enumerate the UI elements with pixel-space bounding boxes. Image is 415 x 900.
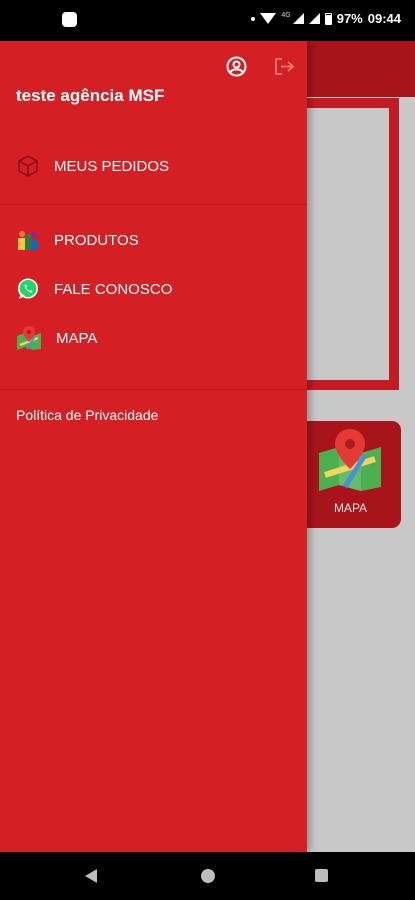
user-name: teste agência MSF — [16, 86, 165, 105]
menu-item-label: FALE CONOSCO — [54, 280, 173, 298]
menu-item-fale-conosco[interactable]: FALE CONOSCO — [16, 274, 172, 304]
network-type: 4G — [281, 12, 291, 19]
wifi-icon — [260, 13, 277, 24]
notification-dot-icon — [251, 16, 256, 21]
account-circle-icon[interactable] — [226, 56, 247, 77]
signal-icon-2 — [308, 13, 320, 24]
divider — [0, 389, 307, 390]
menu-item-label: MEUS PEDIDOS — [54, 157, 170, 175]
map-card[interactable]: MAPA — [300, 421, 401, 528]
map-card-label: MAPA — [333, 501, 368, 515]
divider — [0, 204, 307, 205]
drawer-top-icons — [226, 56, 295, 77]
system-nav-bar — [0, 852, 415, 900]
map-icon — [17, 326, 41, 350]
notification-icon — [62, 12, 77, 27]
home-icon[interactable] — [201, 869, 215, 883]
privacy-policy-link[interactable]: Política de Privacidade — [16, 407, 158, 423]
status-indicators: 4G 97% 09:44 — [251, 11, 401, 26]
recent-apps-icon[interactable] — [315, 869, 328, 882]
menu-item-mapa[interactable]: MAPA — [16, 323, 97, 353]
logout-icon[interactable] — [273, 56, 295, 77]
battery-icon — [324, 12, 332, 25]
battery-percent: 97% — [336, 11, 363, 26]
signal-icon — [292, 13, 304, 24]
clock: 09:44 — [367, 11, 401, 26]
back-icon[interactable] — [85, 869, 97, 883]
menu-item-label: PRODUTOS — [54, 231, 139, 249]
products-icon — [18, 231, 38, 250]
whatsapp-icon — [18, 278, 38, 299]
navigation-drawer: teste agência MSF MEUS PEDIDOS PRODUTOS … — [0, 41, 307, 852]
status-bar: 4G 97% 09:44 — [0, 0, 415, 41]
map-icon — [319, 429, 381, 491]
package-icon — [18, 155, 38, 177]
menu-item-meus-pedidos[interactable]: MEUS PEDIDOS — [16, 151, 169, 181]
menu-item-label: MAPA — [56, 329, 98, 347]
menu-item-produtos[interactable]: PRODUTOS — [16, 225, 139, 255]
